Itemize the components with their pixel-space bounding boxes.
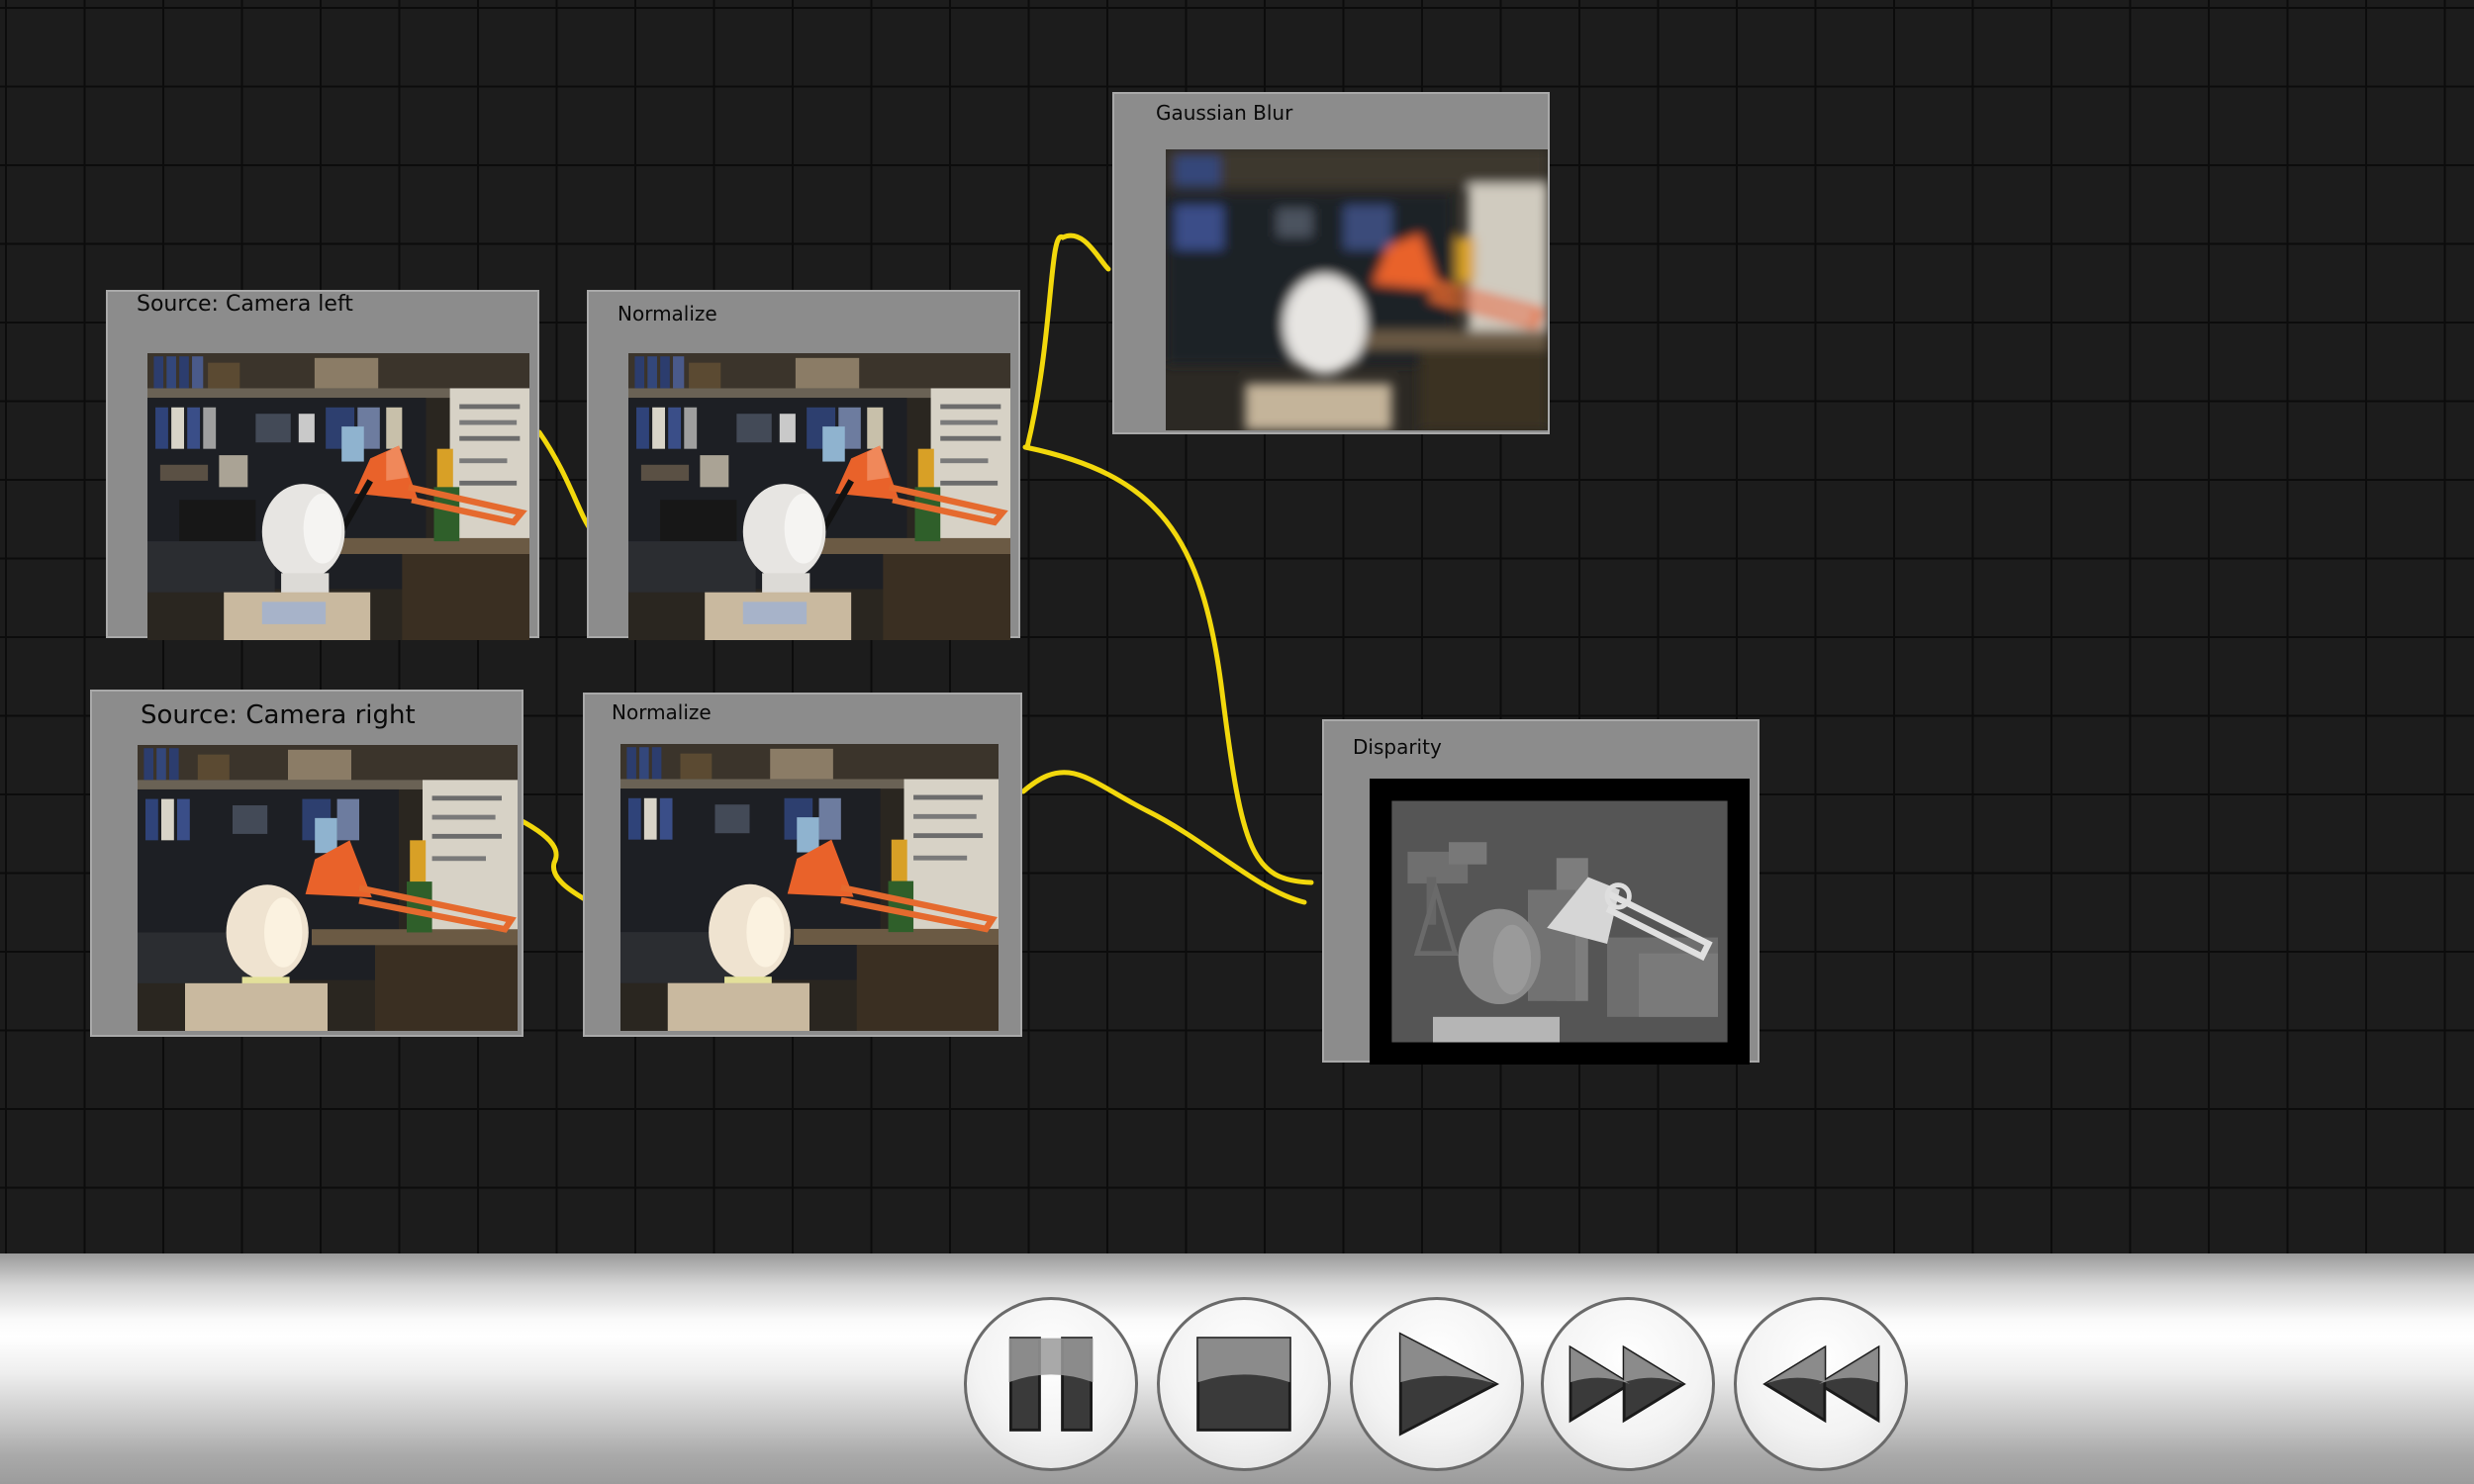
wire-normalize-left-to-disparity[interactable] (1022, 444, 1314, 885)
node-title: Normalize (618, 302, 717, 325)
node-preview-image (620, 744, 999, 1031)
node-source-camera-right[interactable]: Source: Camera right (90, 690, 523, 1037)
node-title: Normalize (612, 700, 712, 724)
node-disparity[interactable]: Disparity (1322, 719, 1760, 1063)
node-preview-image (1166, 149, 1548, 430)
node-preview-image (138, 745, 518, 1031)
fast-forward-icon (1569, 1345, 1686, 1424)
rewind-icon (1762, 1345, 1880, 1424)
node-gaussian-blur[interactable]: Gaussian Blur (1112, 92, 1550, 434)
wire-normalize-right-to-disparity[interactable] (1020, 770, 1307, 905)
stop-button[interactable] (1157, 1297, 1331, 1471)
node-preview-image (1370, 779, 1750, 1065)
node-title: Source: Camera left (137, 292, 353, 317)
node-graph-canvas[interactable]: Source: Camera left Normalize Gaussian B… (0, 0, 2474, 1253)
node-title: Disparity (1353, 735, 1442, 759)
fast-forward-button[interactable] (1541, 1297, 1715, 1471)
node-normalize-right[interactable]: Normalize (583, 693, 1022, 1037)
node-preview-image (628, 353, 1010, 640)
node-title: Gaussian Blur (1156, 101, 1293, 125)
play-icon (1398, 1332, 1500, 1437)
wire-normalize-left-to-gaussian-blur[interactable] (1024, 232, 1111, 450)
node-normalize-left[interactable]: Normalize (587, 290, 1020, 638)
transport-bar (0, 1253, 2474, 1484)
node-preview-image (147, 353, 529, 640)
node-source-camera-left[interactable]: Source: Camera left (106, 290, 539, 638)
node-title: Source: Camera right (141, 700, 416, 730)
wire-source-left-to-normalize-left[interactable] (536, 429, 595, 534)
pause-icon (1008, 1337, 1094, 1432)
play-button[interactable] (1350, 1297, 1524, 1471)
stop-icon (1196, 1337, 1291, 1432)
pause-button[interactable] (964, 1297, 1138, 1471)
rewind-button[interactable] (1734, 1297, 1908, 1471)
